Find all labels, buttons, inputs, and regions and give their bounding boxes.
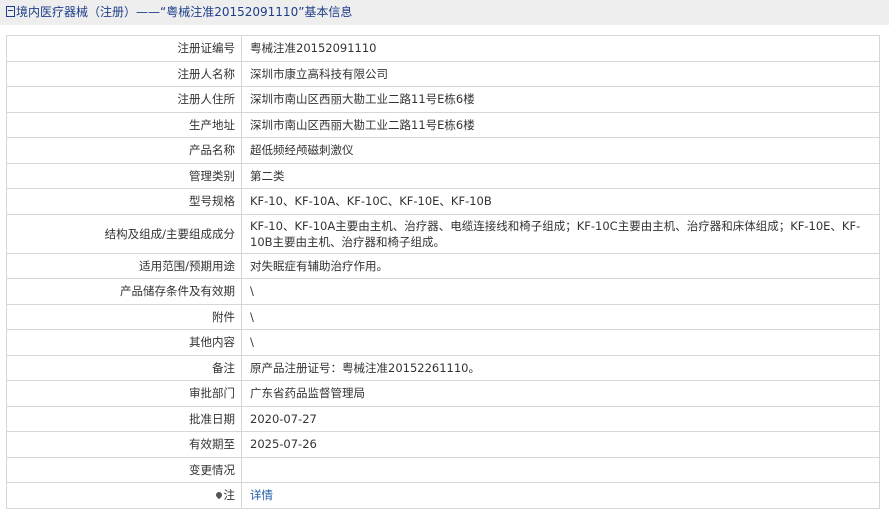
table-row: 审批部门 广东省药品监督管理局 <box>6 380 880 407</box>
table-row: 生产地址 深圳市南山区西丽大勘工业二路11号E栋6楼 <box>6 111 880 138</box>
row-label-registrant-name: 注册人名称 <box>6 60 242 87</box>
row-label-intended-use: 适用范围/预期用途 <box>6 252 242 279</box>
row-label-model-spec: 型号规格 <box>6 188 242 215</box>
row-value-registration-number: 粤械注准20152091110 <box>241 35 880 62</box>
row-value-production-address: 深圳市南山区西丽大勘工业二路11号E栋6楼 <box>241 111 880 138</box>
row-value-approval-department: 广东省药品监督管理局 <box>241 380 880 407</box>
table-row: 管理类别 第二类 <box>6 162 880 189</box>
row-value-change-status <box>241 456 880 483</box>
table-row: 备注 原产品注册证号：粤械注准20152261110。 <box>6 354 880 381</box>
row-value-valid-until: 2025-07-26 <box>241 431 880 458</box>
table-row: 批准日期 2020-07-27 <box>6 405 880 432</box>
table-row: 型号规格 KF-10、KF-10A、KF-10C、KF-10E、KF-10B <box>6 188 880 215</box>
row-value-registrant-name: 深圳市康立高科技有限公司 <box>241 60 880 87</box>
row-label-valid-until: 有效期至 <box>6 431 242 458</box>
row-label-registrant-address: 注册人住所 <box>6 86 242 113</box>
note-label-text: 注 <box>223 488 236 503</box>
row-label-other-content: 其他内容 <box>6 329 242 356</box>
table-row: 注册证编号 粤械注准20152091110 <box>6 35 880 62</box>
row-value-approval-date: 2020-07-27 <box>241 405 880 432</box>
table-row: 结构及组成/主要组成成分 KF-10、KF-10A主要由主机、治疗器、电缆连接线… <box>6 213 880 254</box>
row-label-change-status: 变更情况 <box>6 456 242 483</box>
row-value-intended-use: 对失眠症有辅助治疗作用。 <box>241 252 880 279</box>
row-value-model-spec: KF-10、KF-10A、KF-10C、KF-10E、KF-10B <box>241 188 880 215</box>
device-info-table: 注册证编号 粤械注准20152091110 注册人名称 深圳市康立高科技有限公司… <box>6 35 880 509</box>
row-label-approval-date: 批准日期 <box>6 405 242 432</box>
table-row: 附件 \ <box>6 303 880 330</box>
table-row: 适用范围/预期用途 对失眠症有辅助治疗作用。 <box>6 252 880 279</box>
row-label-approval-department: 审批部门 <box>6 380 242 407</box>
table-row: 其他内容 \ <box>6 329 880 356</box>
row-value-structure-composition: KF-10、KF-10A主要由主机、治疗器、电缆连接线和椅子组成；KF-10C主… <box>241 213 880 254</box>
row-label-note: 注 <box>6 482 242 509</box>
row-label-remarks: 备注 <box>6 354 242 381</box>
table-row: 有效期至 2025-07-26 <box>6 431 880 458</box>
table-row: 产品名称 超低频经颅磁刺激仪 <box>6 137 880 164</box>
pin-icon <box>214 491 223 500</box>
row-value-storage-conditions: \ <box>241 278 880 305</box>
row-label-management-category: 管理类别 <box>6 162 242 189</box>
row-value-other-content: \ <box>241 329 880 356</box>
table-row: 变更情况 <box>6 456 880 483</box>
row-value-management-category: 第二类 <box>241 162 880 189</box>
row-value-product-name: 超低频经颅磁刺激仪 <box>241 137 880 164</box>
row-label-production-address: 生产地址 <box>6 111 242 138</box>
row-label-storage-conditions: 产品储存条件及有效期 <box>6 278 242 305</box>
table-row: 注册人名称 深圳市康立高科技有限公司 <box>6 60 880 87</box>
table-row: 注册人住所 深圳市南山区西丽大勘工业二路11号E栋6楼 <box>6 86 880 113</box>
row-value-remarks: 原产品注册证号：粤械注准20152261110。 <box>241 354 880 381</box>
row-label-structure-composition: 结构及组成/主要组成成分 <box>6 213 242 254</box>
document-icon <box>6 6 15 17</box>
table-row: 产品储存条件及有效期 \ <box>6 278 880 305</box>
page-title: 境内医疗器械（注册）——“粤械注准20152091110”基本信息 <box>16 5 353 19</box>
row-value-attachments: \ <box>241 303 880 330</box>
row-value-note: 详情 <box>241 482 880 509</box>
row-label-product-name: 产品名称 <box>6 137 242 164</box>
row-label-attachments: 附件 <box>6 303 242 330</box>
details-link[interactable]: 详情 <box>250 488 273 502</box>
row-label-registration-number: 注册证编号 <box>6 35 242 62</box>
row-value-registrant-address: 深圳市南山区西丽大勘工业二路11号E栋6楼 <box>241 86 880 113</box>
page-title-bar: 境内医疗器械（注册）——“粤械注准20152091110”基本信息 <box>0 0 889 25</box>
table-row: 注 详情 <box>6 482 880 509</box>
